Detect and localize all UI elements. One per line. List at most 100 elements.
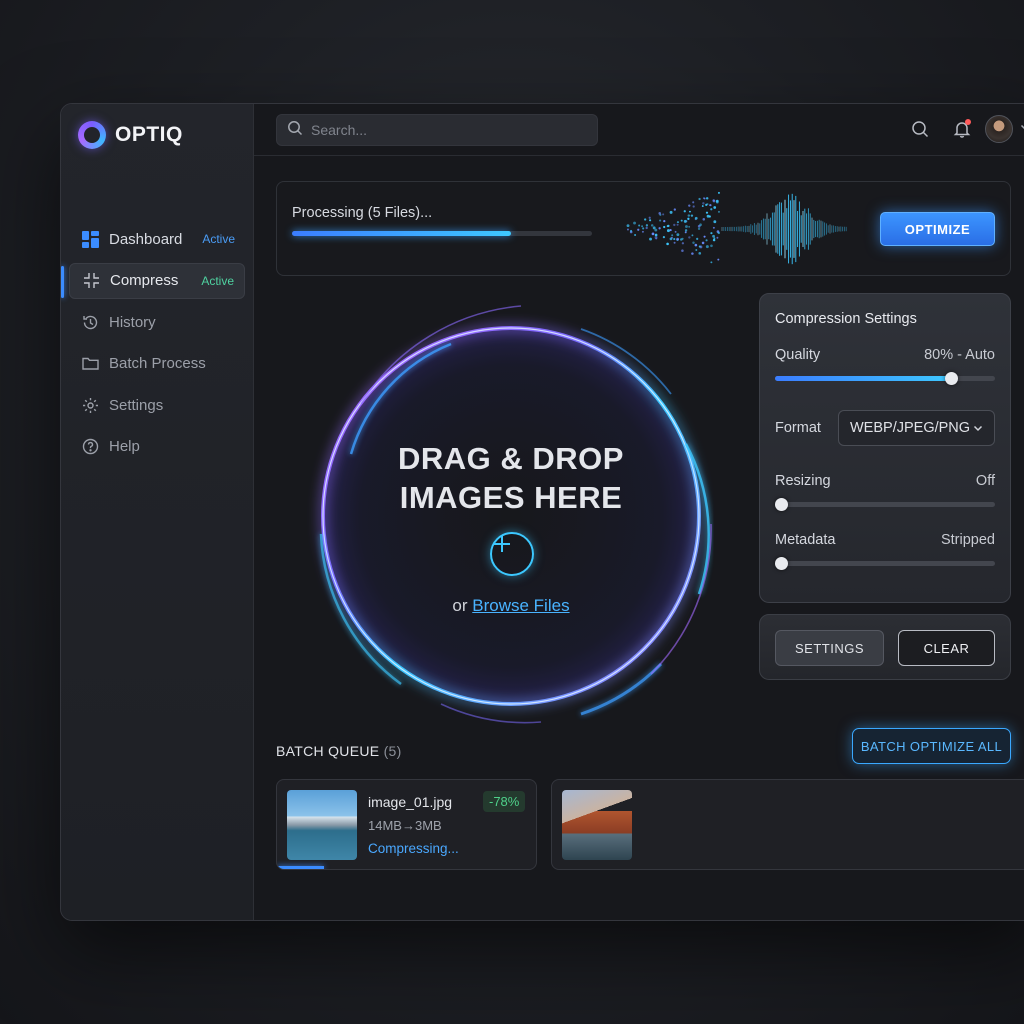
browse-files-link[interactable]: Browse Files [472,596,569,615]
wave-particle [692,241,695,244]
queue-item[interactable]: image_01.jpg -78% 14MB→3MB Compressing..… [276,779,537,870]
wave-particle [649,237,652,241]
wave-particle [712,226,715,229]
sidebar-item-help[interactable]: Help [69,429,245,465]
chevron-down-icon[interactable] [1019,120,1024,138]
sidebar: OPTIQ Dashboard Active Compress Active H… [61,104,254,920]
wave-particle [689,210,691,213]
metadata-slider[interactable] [775,557,995,570]
wave-particle [705,197,709,200]
wave-particle [667,224,670,228]
wave-particle [655,237,658,240]
sidebar-item-label: Dashboard [109,230,183,248]
sidebar-item-batch-process[interactable]: Batch Process [69,346,245,382]
wave-particle [694,243,698,247]
wave-particle [676,233,680,237]
wave-particle [702,202,705,205]
settings-button[interactable]: SETTINGS [775,630,884,666]
browse-prefix: or [452,596,468,615]
wave-particle [692,205,695,208]
metadata-slider-handle[interactable] [775,557,788,570]
wave-particle [663,219,666,223]
wave-particle [650,224,654,227]
wave-particle [680,219,683,222]
drop-zone[interactable]: DRAG & DROP IMAGES HERE or Browse Files [291,294,731,734]
wave-particle [703,235,706,238]
add-files-button[interactable] [490,532,534,576]
search-input[interactable] [311,122,581,138]
format-selected-value: WEBP/JPEG/PNG [850,420,971,436]
wave-particle [654,228,658,232]
wave-particle [634,234,637,237]
drop-zone-title: DRAG & DROP IMAGES HERE [291,439,731,517]
wave-particle [717,258,720,261]
processing-progress-bar [292,231,592,236]
wave-particle [654,233,658,237]
wave-particle [676,223,679,226]
wave-particle [673,208,676,211]
wave-particle [681,249,684,252]
wave-particle [666,229,670,233]
quality-slider[interactable] [775,372,995,385]
batch-queue-count: (5) [383,743,402,759]
avatar[interactable] [985,115,1013,143]
brand-name: OPTIQ [115,123,183,146]
wave-particle [705,211,709,214]
wave-particle [676,221,679,224]
bell-icon[interactable] [947,114,977,144]
batch-optimize-all-button[interactable]: BATCH OPTIMIZE ALL [852,728,1011,764]
wave-particle [683,219,687,223]
wave-particle [705,239,708,242]
sidebar-item-dashboard[interactable]: Dashboard Active [69,221,245,257]
resizing-slider[interactable] [775,498,995,511]
wave-particle [712,234,715,238]
wave-particle [637,228,640,231]
wave-particle [718,210,720,213]
compression-status: Compressing... [368,841,459,856]
notification-dot [965,119,971,125]
search-icon[interactable] [905,114,935,144]
drop-title-line-1: DRAG & DROP [398,441,624,476]
app-window: OPTIQ Dashboard Active Compress Active H… [60,103,1024,921]
wave-particle [698,245,701,248]
sidebar-item-label: Compress [110,272,179,290]
compression-settings-panel: Compression Settings Quality 80% - Auto … [759,293,1011,603]
wave-particle [691,252,694,255]
clear-button[interactable]: CLEAR [898,630,995,666]
brand[interactable]: OPTIQ [78,121,183,149]
wave-particle [688,225,691,228]
wave-particle [626,224,630,228]
history-icon [81,313,99,331]
wave-particle [662,236,666,239]
chevron-down-icon [972,422,984,438]
wave-particle [638,224,641,227]
wave-particle [658,227,661,230]
wave-particle [641,225,644,228]
wave-particle [716,236,719,239]
wave-particle [715,200,719,204]
search-box[interactable] [276,114,598,146]
resizing-slider-handle[interactable] [775,498,788,511]
wave-particle [698,197,701,201]
sidebar-item-settings[interactable]: Settings [69,387,245,423]
wave-particle [673,223,676,227]
format-select[interactable]: WEBP/JPEG/PNG [838,410,995,446]
sidebar-item-label: Batch Process [109,355,206,373]
wave-particle [703,197,706,200]
drop-title-line-2: IMAGES HERE [399,480,623,515]
sidebar-item-history[interactable]: History [69,304,245,340]
processing-progress-fill [292,231,511,236]
wave-particle [681,237,684,240]
sidebar-item-label: Help [109,438,140,456]
quality-slider-handle[interactable] [945,372,958,385]
wave-particle [673,237,676,241]
sidebar-item-compress[interactable]: Compress Active [61,262,245,299]
status-badge: Active [201,273,234,288]
batch-queue-title: BATCH QUEUE (5) [276,743,402,759]
queue-item[interactable] [551,779,1024,870]
optimize-button[interactable]: OPTIMIZE [880,212,995,246]
wave-particle [688,204,691,207]
sidebar-item-label: History [109,313,156,331]
image-thumbnail [562,790,632,860]
resizing-label: Resizing [775,473,831,489]
